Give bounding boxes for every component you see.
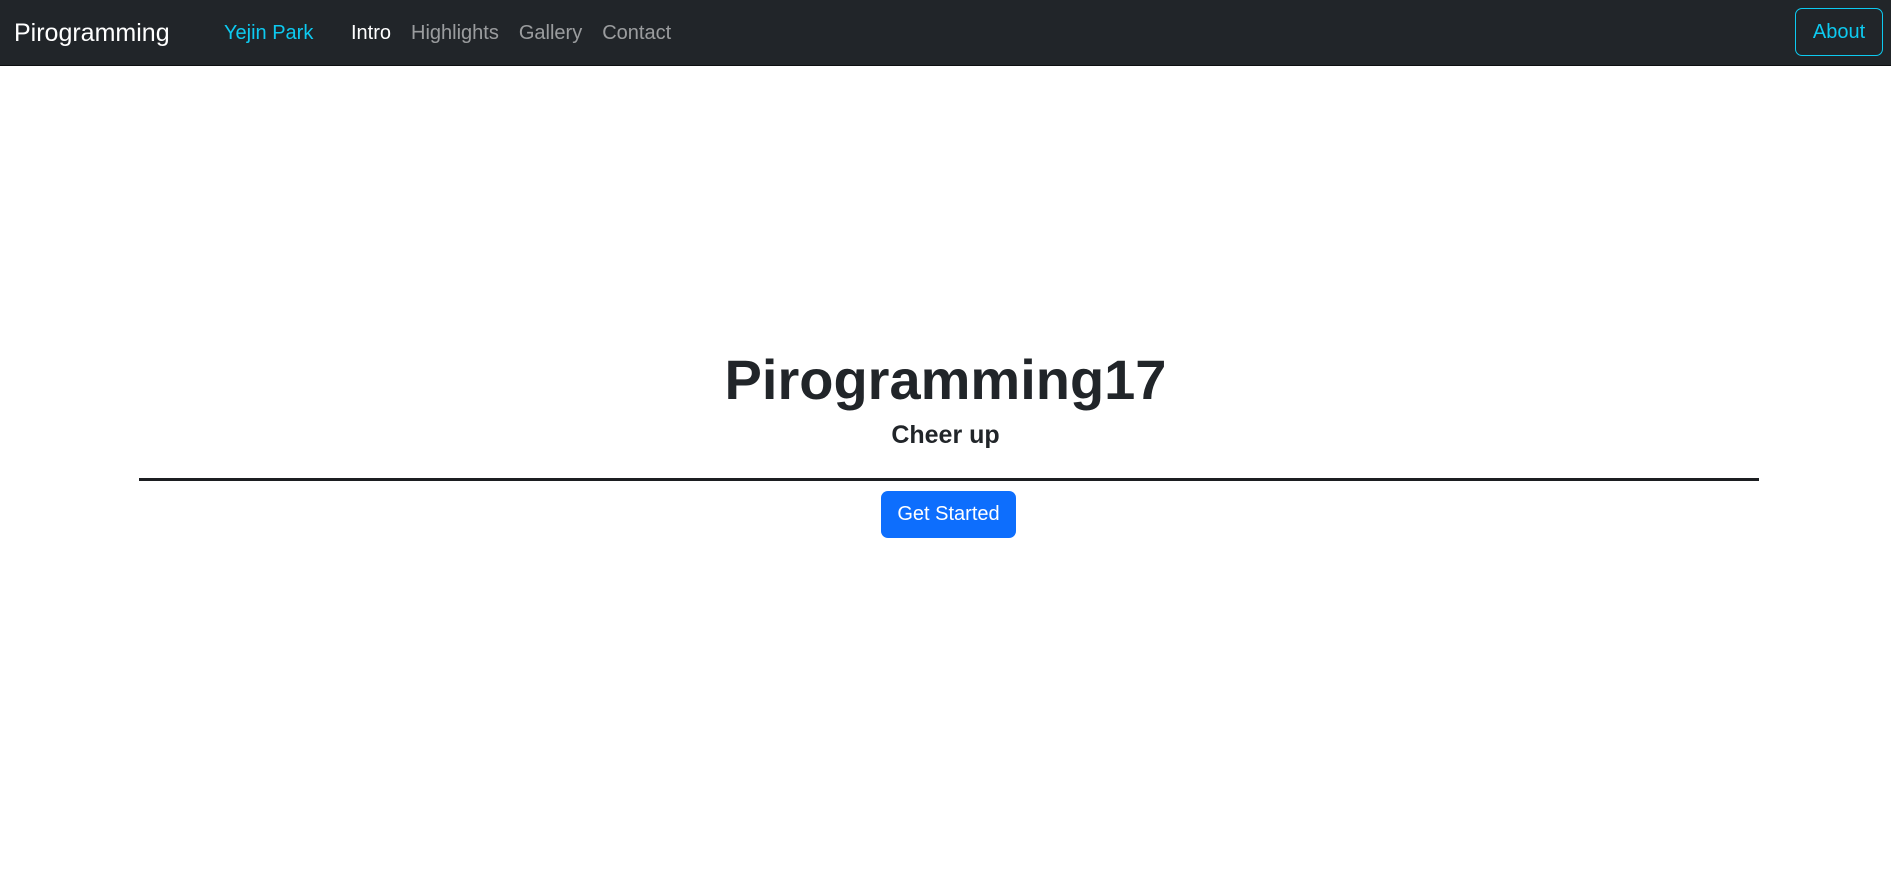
hero-title: Pirogramming17 (724, 348, 1167, 411)
hero-divider (139, 478, 1759, 481)
hero-section: Pirogramming17 Cheer up Get Started (0, 0, 1891, 882)
get-started-button[interactable]: Get Started (881, 491, 1016, 538)
hero-subtitle: Cheer up (891, 421, 1000, 449)
